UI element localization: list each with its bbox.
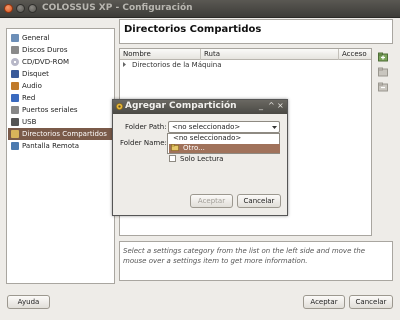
sidebar-item-label: Puertos seriales — [22, 106, 78, 114]
column-header-access[interactable]: Acceso — [339, 49, 371, 60]
readonly-checkbox[interactable] — [169, 155, 176, 162]
dialog-restore-button[interactable]: ^ — [268, 101, 275, 110]
sidebar-item-cd-dvd[interactable]: CD/DVD-ROM — [8, 56, 113, 68]
window-title: COLOSSUS XP - Configuración — [42, 3, 193, 13]
settings-description: Select a settings category from the list… — [119, 241, 393, 281]
sidebar-item-shared-folders[interactable]: Directorios Compartidos — [8, 128, 113, 140]
add-shared-folder-icon[interactable] — [378, 52, 388, 62]
dropdown-option-other[interactable]: Otro... — [169, 144, 280, 153]
maximize-window-button[interactable] — [28, 4, 37, 13]
sidebar-item-label: Pantalla Remota — [22, 142, 80, 150]
dialog-close-button[interactable]: × — [277, 101, 284, 110]
edit-shared-folder-icon[interactable] — [378, 67, 388, 77]
settings-category-list: General Discos Duros CD/DVD-ROM Disquet … — [6, 28, 115, 284]
dialog-minimize-button[interactable]: _ — [259, 101, 263, 110]
sidebar-item-label: USB — [22, 118, 37, 126]
minimize-window-button[interactable] — [16, 4, 25, 13]
tree-expander-icon[interactable] — [122, 62, 127, 67]
sidebar-item-serial-ports[interactable]: Puertos seriales — [8, 104, 113, 116]
general-icon — [11, 34, 19, 42]
folder-icon — [171, 144, 179, 151]
dialog-ok-button[interactable]: Aceptar — [190, 194, 233, 208]
sidebar-item-remote-display[interactable]: Pantalla Remota — [8, 140, 113, 152]
floppy-icon — [11, 70, 19, 78]
help-button[interactable]: Ayuda — [7, 295, 50, 309]
hard-disk-icon — [11, 46, 19, 54]
remove-shared-folder-icon[interactable] — [378, 82, 388, 92]
column-header-name[interactable]: Nombre — [120, 49, 201, 60]
sidebar-item-general[interactable]: General — [8, 32, 113, 44]
usb-icon — [11, 118, 19, 126]
sidebar-item-usb[interactable]: USB — [8, 116, 113, 128]
shared-folder-icon — [11, 130, 19, 138]
sidebar-item-label: CD/DVD-ROM — [22, 58, 70, 66]
close-window-button[interactable] — [4, 4, 13, 13]
gear-icon — [115, 102, 124, 111]
sidebar-item-label: Audio — [22, 82, 42, 90]
audio-icon — [11, 82, 19, 90]
sidebar-item-audio[interactable]: Audio — [8, 80, 113, 92]
dropdown-option-label: Otro... — [183, 144, 205, 152]
sidebar-item-label: General — [22, 34, 50, 42]
network-icon — [11, 94, 19, 102]
dialog-title: Agregar Compartición — [125, 101, 237, 111]
sidebar-item-floppy[interactable]: Disquet — [8, 68, 113, 80]
readonly-label: Solo Lectura — [180, 155, 224, 163]
sidebar-item-network[interactable]: Red — [8, 92, 113, 104]
page-title: Directorios Compartidos — [124, 24, 262, 35]
chevron-down-icon[interactable] — [270, 122, 279, 132]
serial-port-icon — [11, 106, 19, 114]
column-header-path[interactable]: Ruta — [201, 49, 339, 60]
cdrom-icon — [11, 58, 19, 66]
cancel-button[interactable]: Cancelar — [349, 295, 393, 309]
folder-path-dropdown: <no seleccionado> Otro... — [167, 133, 280, 154]
dialog-cancel-button[interactable]: Cancelar — [237, 194, 281, 208]
folder-path-combo[interactable]: <no seleccionado> — [168, 121, 280, 133]
sidebar-item-label: Directorios Compartidos — [22, 130, 107, 138]
sidebar-item-label: Discos Duros — [22, 46, 68, 54]
ok-button[interactable]: Aceptar — [303, 295, 345, 309]
tree-row-machine-folders[interactable]: Directorios de la Máquina — [132, 61, 222, 69]
sidebar-item-label: Red — [22, 94, 36, 102]
folder-name-label: Folder Name: — [120, 139, 167, 147]
folder-path-label: Folder Path: — [125, 123, 167, 131]
sidebar-item-label: Disquet — [22, 70, 49, 78]
dropdown-option-none[interactable]: <no seleccionado> — [169, 134, 280, 143]
remote-display-icon — [11, 142, 19, 150]
sidebar-item-hard-disks[interactable]: Discos Duros — [8, 44, 113, 56]
